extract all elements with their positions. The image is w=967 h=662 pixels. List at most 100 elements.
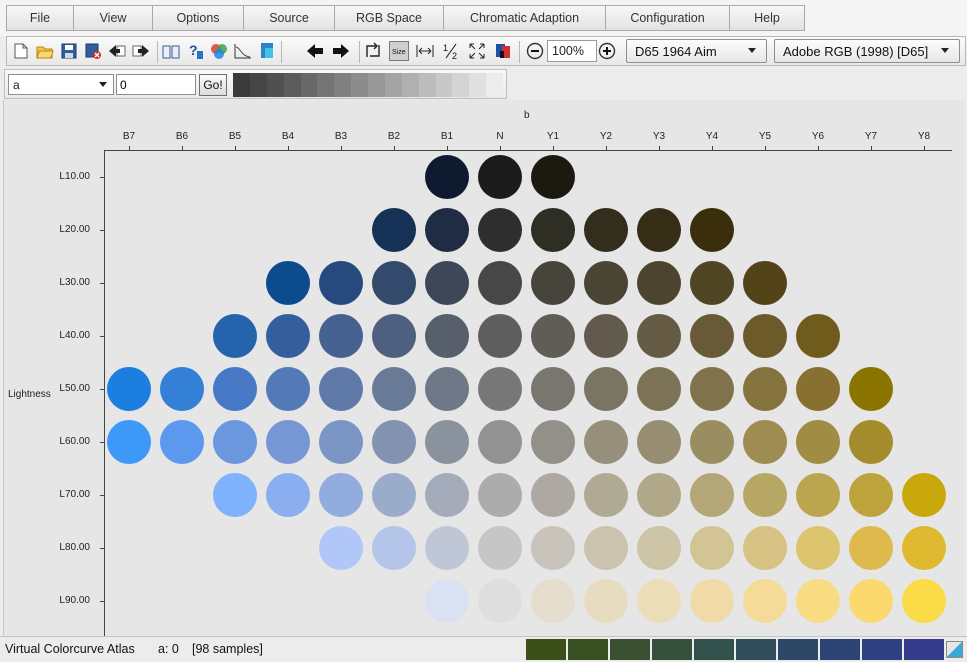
menu-rgb-space[interactable]: RGB Space [334, 5, 444, 31]
help-icon[interactable]: ? [185, 41, 205, 61]
axis-select[interactable]: a [8, 74, 114, 95]
rgb-space-select[interactable]: Adobe RGB (1998) [D65] [774, 39, 960, 63]
color-sample[interactable] [637, 526, 681, 570]
gray-swatch[interactable] [368, 73, 385, 97]
color-sample[interactable] [372, 367, 416, 411]
color-sample[interactable] [902, 579, 946, 623]
color-sample[interactable] [319, 473, 363, 517]
color-sample[interactable] [796, 314, 840, 358]
color-sample[interactable] [902, 473, 946, 517]
new-file-icon[interactable] [11, 41, 31, 61]
color-sample[interactable] [690, 261, 734, 305]
expand-icon[interactable] [467, 41, 487, 61]
color-sample[interactable] [796, 579, 840, 623]
gray-swatch[interactable] [283, 73, 301, 97]
color-sample[interactable] [107, 420, 151, 464]
color-sample[interactable] [743, 314, 787, 358]
color-sample[interactable] [690, 314, 734, 358]
color-sample[interactable] [637, 261, 681, 305]
zoom-in-icon[interactable] [597, 41, 617, 61]
menu-help[interactable]: Help [729, 5, 805, 31]
color-sample[interactable] [319, 420, 363, 464]
hue-swatch[interactable] [610, 639, 650, 660]
color-sample[interactable] [584, 208, 628, 252]
save-icon[interactable] [59, 41, 79, 61]
color-sample[interactable] [584, 314, 628, 358]
menu-configuration[interactable]: Configuration [605, 5, 730, 31]
color-sample[interactable] [478, 155, 522, 199]
color-sample[interactable] [743, 261, 787, 305]
color-sample[interactable] [637, 420, 681, 464]
color-sample[interactable] [213, 473, 257, 517]
color-sample[interactable] [531, 314, 575, 358]
forward-icon[interactable] [131, 41, 151, 61]
swap-icon[interactable] [363, 41, 383, 61]
color-sample[interactable] [531, 579, 575, 623]
hue-swatch[interactable] [526, 639, 566, 660]
color-sample[interactable] [425, 155, 469, 199]
color-sample[interactable] [743, 420, 787, 464]
hue-swatch[interactable] [778, 639, 818, 660]
color-sample[interactable] [160, 367, 204, 411]
resize-grip-icon[interactable] [946, 641, 963, 658]
color-sample[interactable] [796, 526, 840, 570]
color-sample[interactable] [637, 208, 681, 252]
color-sample[interactable] [372, 526, 416, 570]
color-sample[interactable] [478, 526, 522, 570]
hue-swatch[interactable] [694, 639, 734, 660]
color-sample[interactable] [637, 579, 681, 623]
gray-swatch[interactable] [384, 73, 402, 97]
color-sample[interactable] [584, 261, 628, 305]
gray-swatch[interactable] [233, 73, 250, 97]
arrow-left-icon[interactable] [305, 41, 325, 61]
color-sample[interactable] [690, 208, 734, 252]
color-sample[interactable] [213, 420, 257, 464]
color-sample[interactable] [266, 367, 310, 411]
color-sample[interactable] [372, 473, 416, 517]
color-sample[interactable] [690, 579, 734, 623]
hue-swatch[interactable] [568, 639, 608, 660]
color-sample[interactable] [690, 473, 734, 517]
fit-width-icon[interactable] [415, 41, 435, 61]
color-sample[interactable] [584, 420, 628, 464]
color-sample[interactable] [743, 526, 787, 570]
color-sample[interactable] [849, 526, 893, 570]
color-sample[interactable] [584, 367, 628, 411]
color-sample[interactable] [531, 208, 575, 252]
color-sample[interactable] [478, 208, 522, 252]
menu-view[interactable]: View [73, 5, 153, 31]
color-sample[interactable] [531, 473, 575, 517]
color-sample[interactable] [372, 420, 416, 464]
color-sample[interactable] [478, 261, 522, 305]
gray-swatch[interactable] [401, 73, 419, 97]
color-sample[interactable] [690, 420, 734, 464]
arrow-right-icon[interactable] [331, 41, 351, 61]
back-icon[interactable] [107, 41, 127, 61]
color-sample[interactable] [478, 314, 522, 358]
menu-chromatic-adaption[interactable]: Chromatic Adaption [443, 5, 606, 31]
color-sample[interactable] [425, 314, 469, 358]
color-sample[interactable] [213, 314, 257, 358]
color-sample[interactable] [319, 367, 363, 411]
color-sample[interactable] [478, 367, 522, 411]
book-icon[interactable] [161, 41, 181, 61]
color-sample[interactable] [266, 261, 310, 305]
color-sample[interactable] [849, 579, 893, 623]
color-sample[interactable] [266, 314, 310, 358]
curve-icon[interactable] [233, 41, 253, 61]
color-sample[interactable] [319, 314, 363, 358]
color-sample[interactable] [425, 420, 469, 464]
color-sample[interactable] [425, 367, 469, 411]
color-sample[interactable] [743, 367, 787, 411]
gray-swatch[interactable] [486, 73, 503, 97]
color-sample[interactable] [213, 367, 257, 411]
close-file-icon[interactable] [83, 41, 103, 61]
color-sample[interactable] [425, 261, 469, 305]
color-sample[interactable] [425, 526, 469, 570]
color-sample[interactable] [425, 208, 469, 252]
illuminant-select[interactable]: D65 1964 Aim [626, 39, 767, 63]
color-sample[interactable] [584, 526, 628, 570]
menu-options[interactable]: Options [152, 5, 244, 31]
gray-swatch[interactable] [435, 73, 453, 97]
color-sample[interactable] [266, 473, 310, 517]
